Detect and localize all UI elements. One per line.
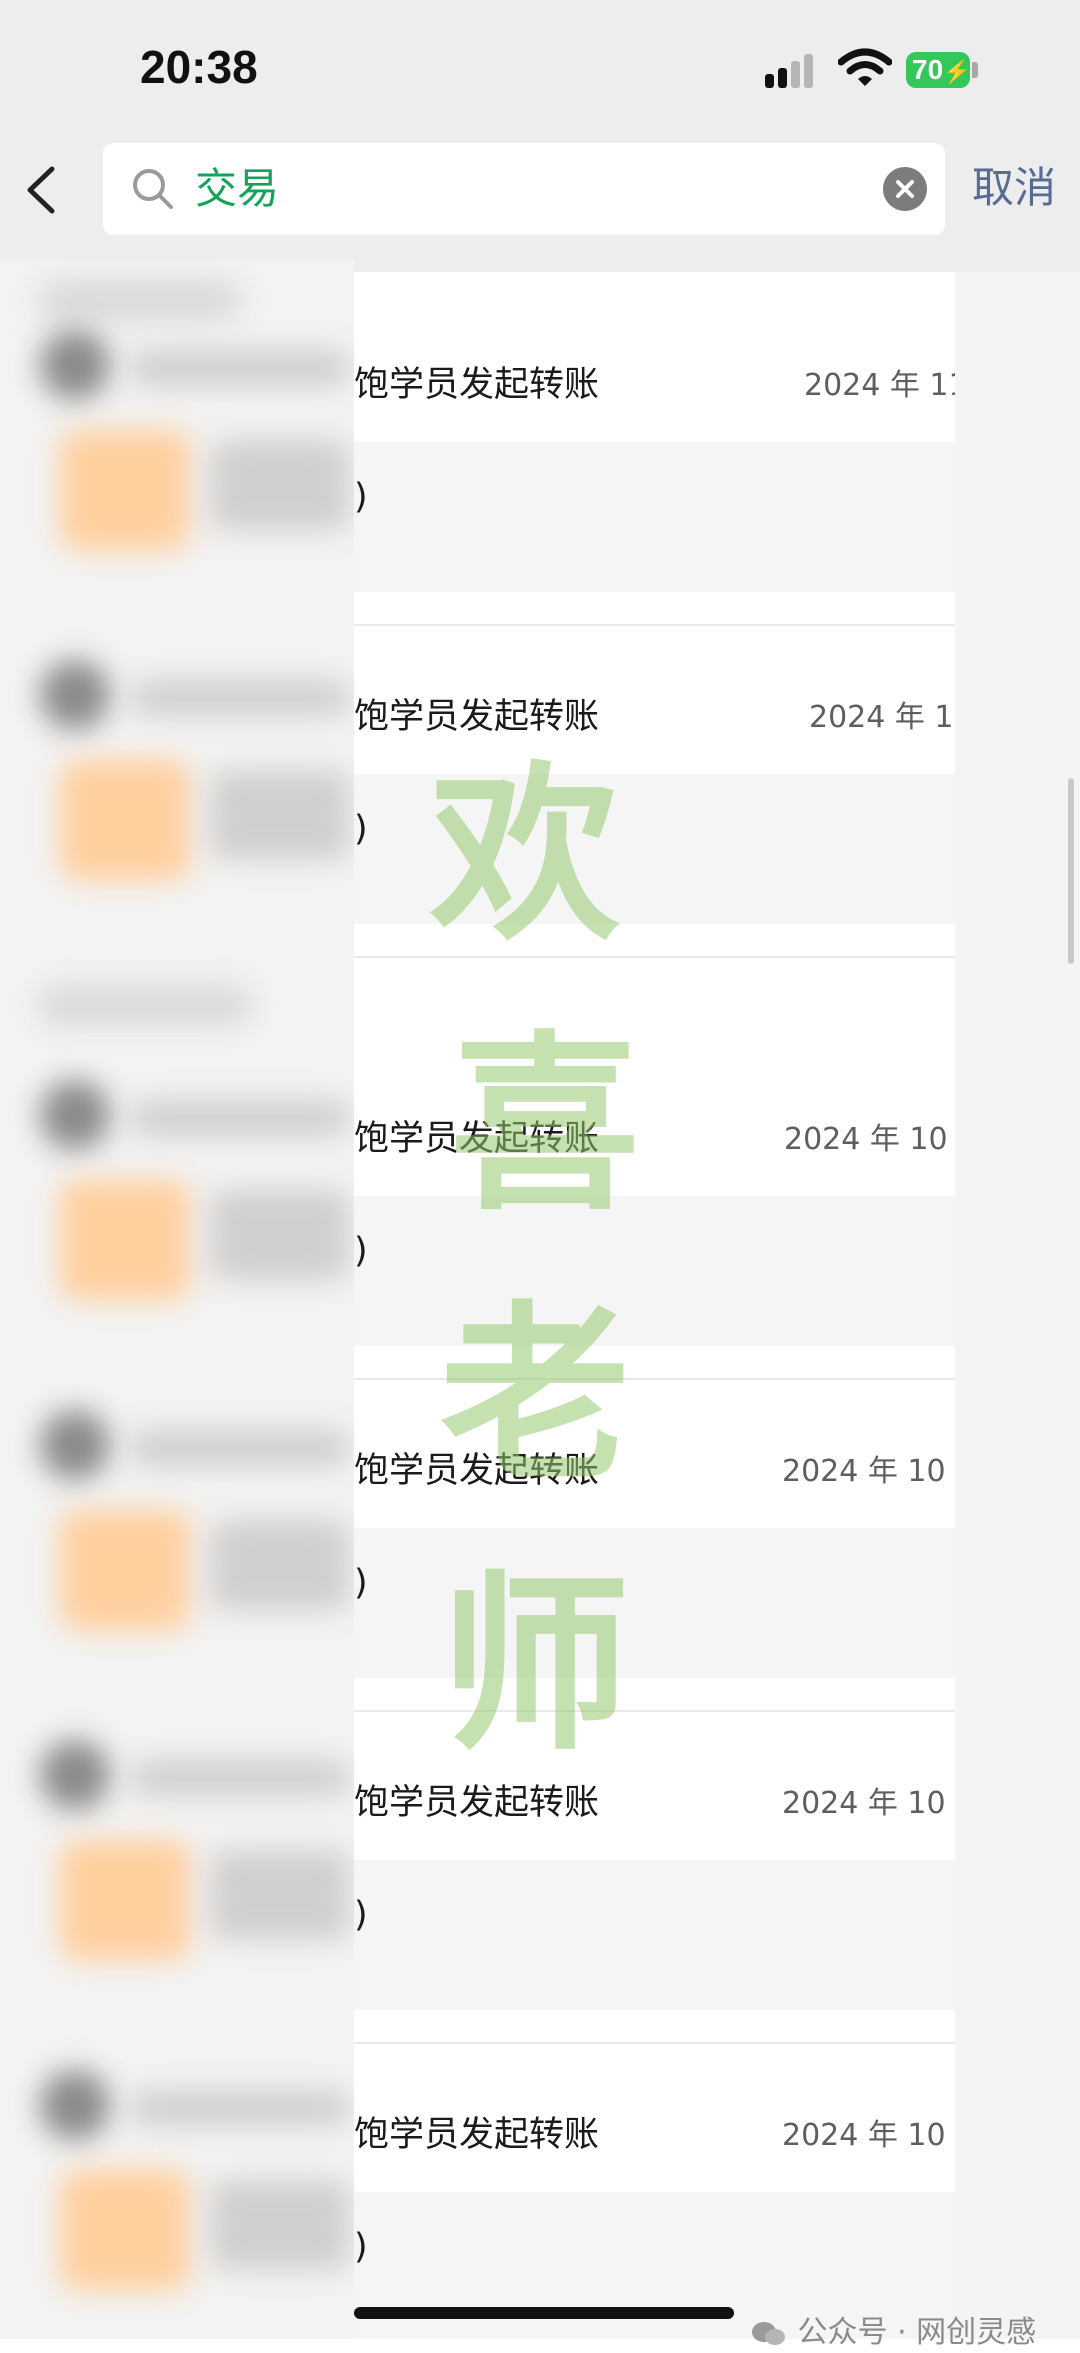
- search-query[interactable]: 交易: [195, 159, 279, 219]
- result-title: 饱学员发起转账: [354, 697, 600, 737]
- result-header: 饱学员发起转账 2024 年 10 月: [354, 2092, 955, 2192]
- wechat-icon: [752, 2321, 785, 2345]
- watermark-char: 师: [440, 1553, 631, 1776]
- cellular-signal-icon: [765, 54, 821, 90]
- search-icon: [133, 169, 173, 209]
- source-watermark: 公众号 · 网创灵感: [750, 2313, 1036, 2353]
- blurred-left-region: [0, 260, 354, 2339]
- back-chevron-icon[interactable]: [18, 155, 68, 225]
- result-preview: ): [354, 442, 955, 592]
- result-title: 饱学员发起转账: [354, 365, 600, 405]
- close-icon: [896, 180, 914, 198]
- result-detail: ): [354, 1895, 368, 1935]
- result-preview: ): [354, 1860, 955, 2010]
- result-detail: ): [354, 2227, 368, 2267]
- wifi-icon: [838, 48, 892, 86]
- result-date: 2024 年 10 月: [782, 2118, 955, 2153]
- result-date: 2024 年 11 月: [804, 368, 955, 403]
- battery-indicator: 70⚡: [906, 52, 971, 88]
- result-date: 2024 年 10 月: [784, 1122, 955, 1157]
- result-date: 2024 年 10 月: [782, 1786, 955, 1821]
- battery-tip: [972, 62, 978, 78]
- watermark-char: 老: [440, 1283, 631, 1506]
- clear-search-button[interactable]: [883, 167, 927, 211]
- result-date: 2024 年 10 月: [782, 1454, 955, 1489]
- charging-bolt-icon: ⚡: [943, 59, 971, 84]
- search-bar[interactable]: 交易: [103, 143, 945, 235]
- result-detail: ): [354, 1563, 368, 1603]
- home-indicator: [354, 2307, 734, 2319]
- result-title: 饱学员发起转账: [354, 2115, 600, 2155]
- result-detail: ): [354, 809, 368, 849]
- result-date: 2024 年 11 月: [809, 700, 955, 735]
- source-label: 公众号 · 网创灵感: [797, 2315, 1037, 2350]
- top-bar: 20:38 70⚡ 交易 取消: [0, 0, 1080, 272]
- result-detail: ): [354, 1231, 368, 1271]
- watermark-char: 欢: [430, 743, 621, 966]
- result-title: 饱学员发起转账: [354, 1783, 600, 1823]
- scrollbar-thumb[interactable]: [1068, 778, 1074, 964]
- result-header: 饱学员发起转账 2024 年 11 月: [354, 342, 955, 442]
- divider: [354, 624, 955, 626]
- divider: [354, 2042, 955, 2044]
- watermark-char: 喜: [450, 1013, 641, 1236]
- calligraphy-watermark: 欢 喜 老 师: [420, 740, 680, 1780]
- blurred-right-region: [955, 272, 1080, 2339]
- result-detail: ): [354, 477, 368, 517]
- battery-level: 70: [912, 54, 944, 85]
- status-time: 20:38: [140, 41, 258, 93]
- cancel-button[interactable]: 取消: [972, 158, 1056, 218]
